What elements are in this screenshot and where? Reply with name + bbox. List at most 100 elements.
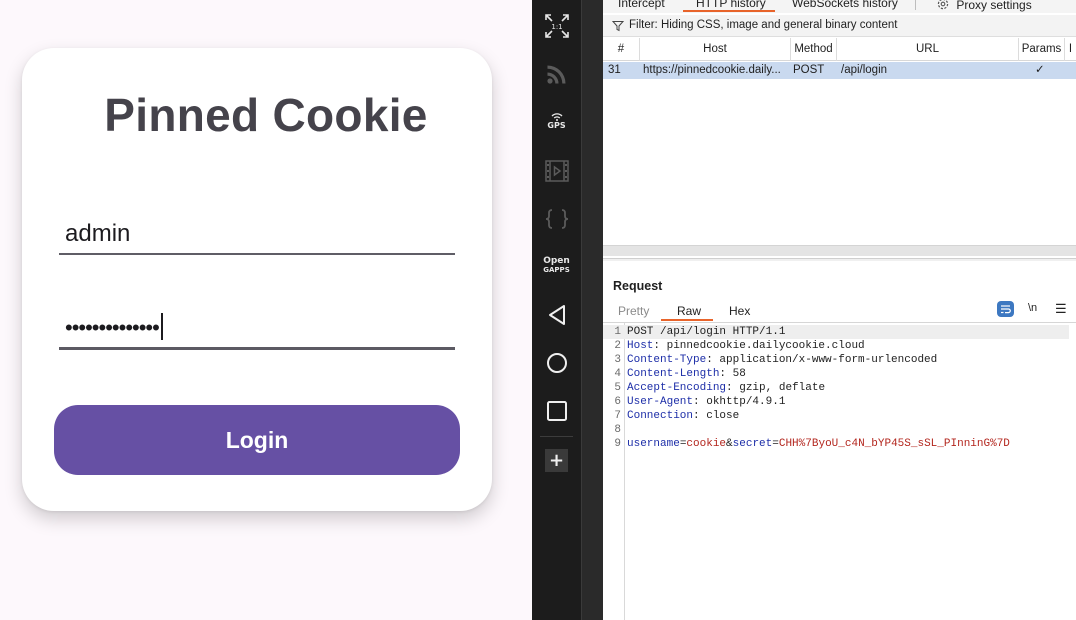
history-table-header: # Host Method URL Params I — [603, 38, 1076, 61]
proxy-settings-button[interactable]: Proxy settings — [936, 0, 1032, 12]
tab-websockets-history[interactable]: WebSockets history — [792, 0, 898, 10]
request-title: Request — [613, 279, 663, 293]
opengapps-line2: GAPPS — [543, 266, 570, 274]
col-host[interactable]: Host — [640, 38, 791, 61]
active-view-indicator — [661, 319, 713, 321]
editor-top-border — [603, 322, 1076, 323]
param-value: cookie — [686, 438, 727, 450]
menu-icon[interactable]: ☰ — [1055, 301, 1067, 317]
tab-pretty[interactable]: Pretty — [618, 304, 649, 318]
line-number: 2 — [614, 340, 621, 352]
password-value: •••••••••••••• — [65, 313, 163, 341]
home-icon — [546, 353, 567, 373]
gps-icon — [551, 113, 562, 121]
line-number: 4 — [614, 368, 621, 380]
home-button[interactable] — [532, 343, 581, 383]
filter-bar[interactable]: Filter: Hiding CSS, image and general bi… — [603, 15, 1076, 37]
username-value: admin — [65, 220, 131, 247]
proxy-tabs: Intercept HTTP history WebSockets histor… — [603, 0, 1076, 13]
opengapps-line1: Open — [543, 256, 570, 266]
horizontal-scrollbar[interactable] — [603, 245, 1076, 256]
gps-label: GPS — [547, 121, 566, 130]
active-tab-indicator — [683, 10, 775, 12]
gps-button[interactable]: GPS — [532, 101, 581, 141]
code-line: 8 — [603, 423, 1076, 437]
header-line: Connection: close — [627, 410, 740, 422]
tab-raw[interactable]: Raw — [677, 304, 701, 318]
line-number: 6 — [614, 396, 621, 408]
line-number: 3 — [614, 354, 621, 366]
pane-splitter[interactable] — [603, 258, 1076, 261]
newline-toggle[interactable]: \n — [1028, 302, 1037, 314]
tab-intercept[interactable]: Intercept — [618, 0, 665, 10]
code-button[interactable] — [532, 199, 581, 239]
login-button[interactable]: Login — [54, 405, 460, 475]
opengapps-button[interactable]: Open GAPPS — [532, 246, 581, 286]
param-separator: & — [726, 438, 733, 450]
app-screen: Pinned Cookie admin •••••••••••••• Login — [0, 0, 532, 620]
braces-icon — [545, 209, 568, 229]
header-name: Content-Length — [627, 368, 720, 380]
header-value: pinnedcookie.dailycookie.cloud — [666, 340, 865, 352]
code-line: 3 Content-Type: application/x-www-form-u… — [603, 353, 1076, 367]
header-name: Connection — [627, 410, 694, 422]
header-name: User-Agent — [627, 396, 694, 408]
password-masked-text: •••••••••••••• — [65, 315, 160, 340]
back-button[interactable] — [532, 295, 581, 335]
filter-icon — [612, 21, 624, 32]
row-url: /api/login — [841, 64, 888, 76]
request-editor[interactable]: 1 POST /api/login HTTP/1.1 2 Host: pinne… — [603, 325, 1076, 451]
body-line: username=cookie&secret=CHH%7ByoU_c4N_bYP… — [627, 438, 1010, 450]
video-icon — [544, 160, 569, 182]
code-line: 9 username=cookie&secret=CHH%7ByoU_c4N_b… — [603, 437, 1076, 451]
code-line: 1 POST /api/login HTTP/1.1 — [603, 325, 1069, 339]
line-number: 1 — [614, 326, 621, 338]
more-button[interactable]: + — [532, 440, 581, 480]
plus-icon: + — [545, 448, 568, 472]
code-line: 6 User-Agent: okhttp/4.9.1 — [603, 395, 1076, 409]
toolbar-divider — [540, 436, 573, 437]
header-value: application/x-www-form-urlencoded — [719, 354, 938, 366]
header-line: Content-Type: application/x-www-form-url… — [627, 354, 938, 366]
col-params[interactable]: Params — [1019, 38, 1065, 61]
back-icon — [548, 305, 565, 325]
login-button-label: Login — [225, 426, 289, 453]
rss-icon — [546, 65, 565, 84]
password-field[interactable]: •••••••••••••• — [59, 305, 455, 351]
col-url[interactable]: URL — [837, 38, 1019, 61]
text-caret — [160, 313, 163, 340]
line-number: 8 — [614, 424, 621, 436]
screen-record-button[interactable] — [532, 151, 581, 191]
col-number[interactable]: # — [603, 38, 640, 61]
filter-text: Filter: Hiding CSS, image and general bi… — [629, 19, 898, 31]
col-next[interactable]: I — [1065, 38, 1076, 61]
header-name: Accept-Encoding — [627, 382, 727, 394]
line-number: 7 — [614, 410, 621, 422]
code-line: 7 Connection: close — [603, 409, 1076, 423]
recents-button[interactable] — [532, 391, 581, 431]
rss-button[interactable] — [532, 54, 581, 94]
header-line: Accept-Encoding: gzip, deflate — [627, 382, 826, 394]
fit-label: 1:1 — [551, 23, 562, 31]
code-line: 2 Host: pinnedcookie.dailycookie.cloud — [603, 339, 1076, 353]
word-wrap-button[interactable] — [997, 301, 1014, 317]
col-method[interactable]: Method — [791, 38, 837, 61]
request-line: POST /api/login HTTP/1.1 — [627, 326, 786, 338]
tab-http-history[interactable]: HTTP history — [696, 0, 766, 10]
emulator-toolbar: 1:1 GPS Open GAPPS + — [532, 0, 581, 620]
fullscreen-button[interactable]: 1:1 — [532, 6, 581, 46]
code-line: 4 Content-Length: 58 — [603, 367, 1076, 381]
line-number: 9 — [614, 438, 621, 450]
header-line: User-Agent: okhttp/4.9.1 — [627, 396, 786, 408]
history-table-body — [603, 79, 1076, 245]
fullscreen-icon: 1:1 — [544, 14, 569, 38]
param-name: username — [627, 438, 680, 450]
row-params-check: ✓ — [1035, 64, 1045, 76]
username-field[interactable]: admin — [59, 210, 455, 256]
header-value: gzip, deflate — [739, 382, 826, 394]
row-method: POST — [793, 64, 825, 76]
header-value: close — [706, 410, 740, 422]
tab-hex[interactable]: Hex — [729, 304, 750, 318]
table-row[interactable]: 31 https://pinnedcookie.daily... POST /a… — [603, 62, 1076, 79]
row-host: https://pinnedcookie.daily... — [643, 64, 781, 76]
